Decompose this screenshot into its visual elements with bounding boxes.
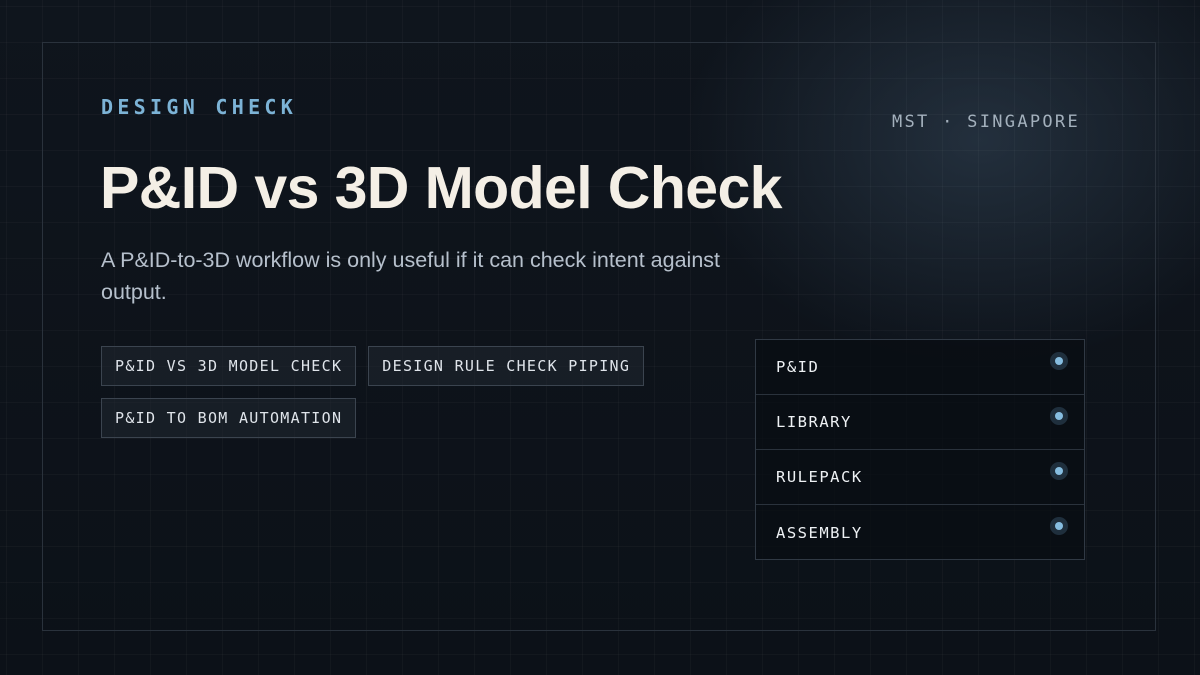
page-title: P&ID vs 3D Model Check xyxy=(100,155,783,221)
workflow-panel: P&ID LIBRARY RULEPACK ASSEMBLY xyxy=(755,339,1085,560)
panel-row-label: ASSEMBLY xyxy=(776,523,863,542)
location-label: MST · SINGAPORE xyxy=(891,112,1080,132)
tag-list: P&ID VS 3D MODEL CHECK DESIGN RULE CHECK… xyxy=(101,346,661,438)
status-dot-icon xyxy=(1050,462,1068,480)
tag-pid-vs-3d-model-check[interactable]: P&ID VS 3D MODEL CHECK xyxy=(101,346,357,386)
tag-pid-to-bom-automation[interactable]: P&ID TO BOM AUTOMATION xyxy=(101,398,357,438)
panel-row-rulepack[interactable]: RULEPACK xyxy=(756,450,1084,505)
eyebrow-label: DESIGN CHECK xyxy=(101,95,298,119)
status-dot-icon xyxy=(1050,517,1068,535)
panel-row-label: LIBRARY xyxy=(776,413,852,431)
panel-row-label: RULEPACK xyxy=(776,468,863,486)
slide-canvas: DESIGN CHECK MST · SINGAPORE P&ID vs 3D … xyxy=(0,0,1200,675)
panel-row-assembly[interactable]: ASSEMBLY xyxy=(756,505,1084,560)
status-dot-icon xyxy=(1050,352,1068,370)
panel-row-label: P&ID xyxy=(776,358,820,376)
status-dot-icon xyxy=(1050,407,1068,425)
panel-row-pid[interactable]: P&ID xyxy=(756,340,1084,395)
tag-design-rule-check-piping[interactable]: DESIGN RULE CHECK PIPING xyxy=(368,346,645,386)
panel-row-library[interactable]: LIBRARY xyxy=(756,395,1084,450)
page-subtitle: A P&ID-to-3D workflow is only useful if … xyxy=(101,248,720,304)
